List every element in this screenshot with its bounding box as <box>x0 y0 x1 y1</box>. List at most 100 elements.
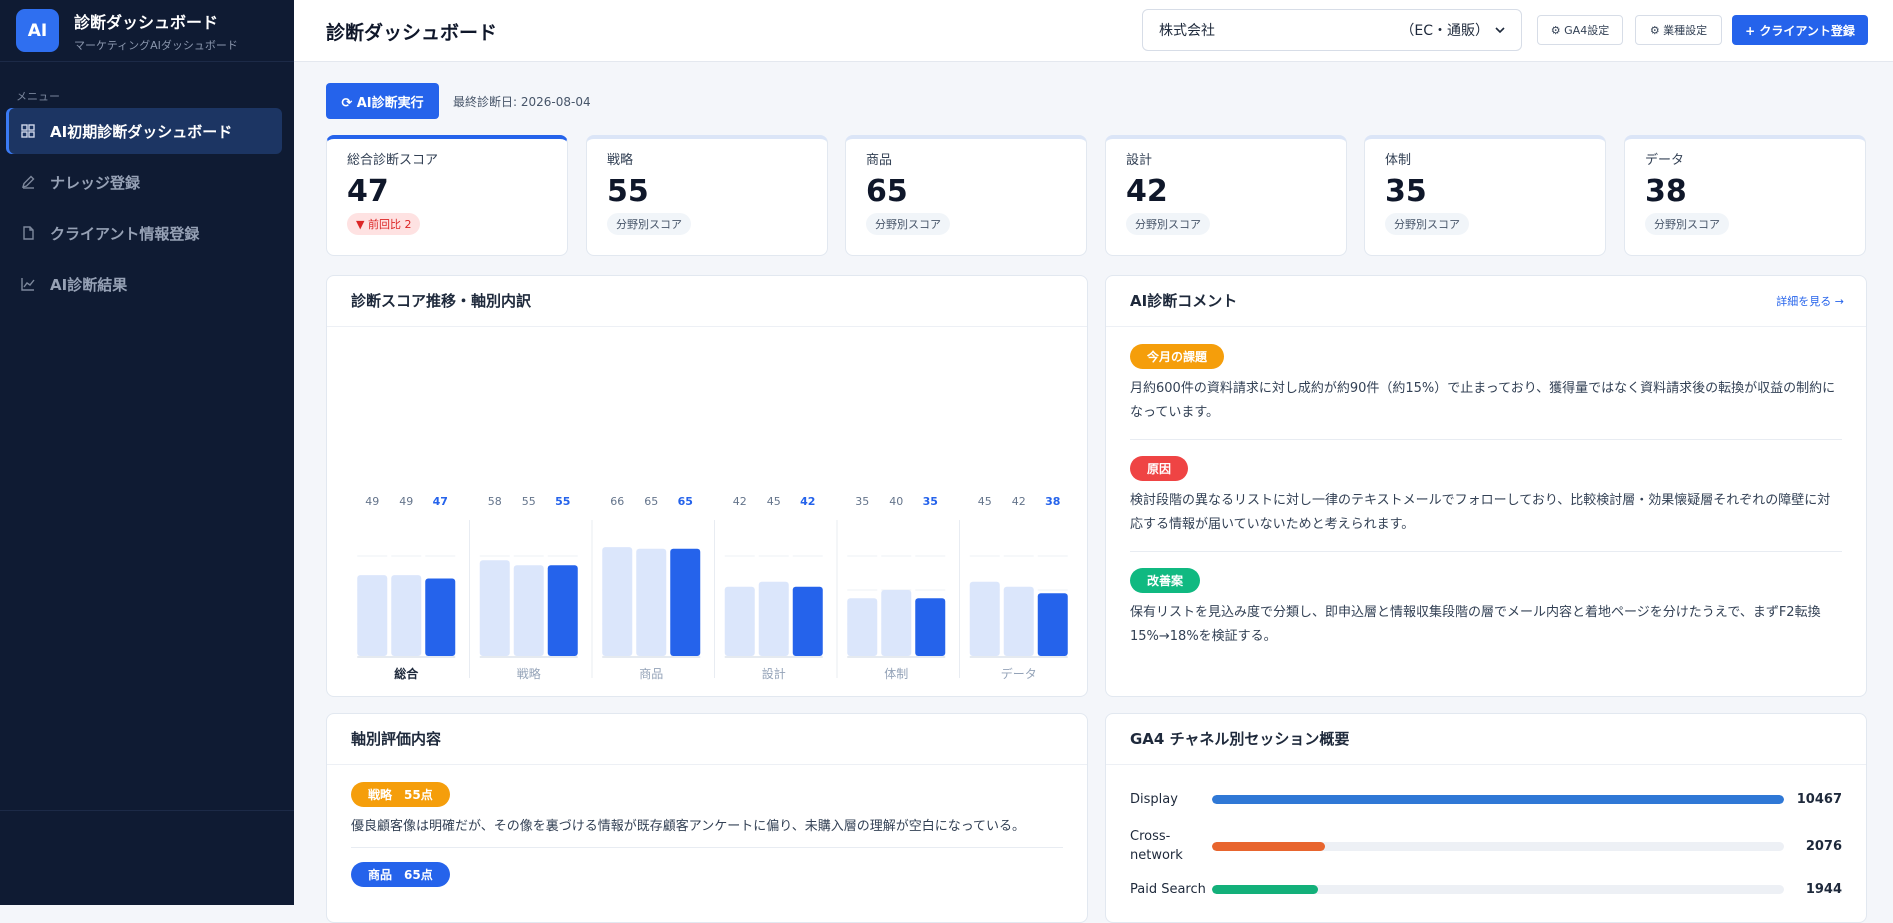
channel-row-display: Display 10467 <box>1130 790 1842 809</box>
client-select[interactable]: 株式会社 （EC・通販） <box>1142 9 1522 51</box>
bar-value-label: 40 <box>889 495 903 508</box>
channel-sessions: 10467 <box>1796 792 1842 807</box>
bar-value-label: 42 <box>733 495 747 508</box>
score-value: 47 <box>347 174 389 209</box>
sidebar-item-knowledge[interactable]: ナレッジ登録 <box>6 159 282 205</box>
bar-value-label: 49 <box>399 495 413 508</box>
score-badge: 分野別スコア <box>1645 213 1729 235</box>
score-bar <box>881 590 912 656</box>
chevron-down-icon <box>1495 22 1505 38</box>
menu-label: メニュー <box>16 90 60 103</box>
channel-bar-track <box>1212 795 1784 804</box>
sidebar-item-label: AI診断結果 <box>50 275 128 294</box>
cause-text: 検討段階の異なるリストに対し一律のテキストメールでフォローしており、比較検討層・… <box>1130 493 1831 532</box>
bar-value-label: 65 <box>678 495 693 508</box>
sidebar: AI 診断ダッシュボード マーケティングAIダッシュボード メニュー AI初期診… <box>0 0 294 905</box>
score-change-badge: ▼ 前回比 2 <box>347 213 421 235</box>
score-label: 総合診断スコア <box>347 153 439 168</box>
score-label: 商品 <box>866 153 893 168</box>
bar-value-label: 45 <box>767 495 781 508</box>
channel-bar-fill <box>1212 795 1784 804</box>
score-trend-panel: 診断スコア推移・軸別内訳 49 49 47 総合 58 55 55 戦略 66 65 65 商品 42 4… <box>326 275 1088 697</box>
score-label: 戦略 <box>607 153 634 168</box>
axis-product-tag: 商品 65点 <box>351 862 450 887</box>
industry-settings-button[interactable]: ⚙ 業種設定 <box>1635 15 1722 45</box>
score-bar <box>547 565 578 656</box>
score-label: データ <box>1645 153 1685 168</box>
channel-row-paid-search: Paid Search 1944 <box>1130 880 1842 899</box>
bar-value-label: 65 <box>644 495 658 508</box>
document-icon <box>20 225 36 241</box>
score-bar <box>636 548 667 656</box>
bar-value-label: 55 <box>522 495 536 508</box>
score-bar <box>969 581 1000 656</box>
bar-value-label: 55 <box>555 495 570 508</box>
score-bar <box>479 560 510 656</box>
score-bar <box>357 575 388 656</box>
ga4-settings-button[interactable]: ⚙ GA4設定 <box>1537 15 1623 45</box>
score-value: 65 <box>866 174 908 209</box>
sidebar-item-client-info[interactable]: クライアント情報登録 <box>6 210 282 256</box>
category-label: 総合 <box>394 666 419 681</box>
score-bar <box>847 598 878 656</box>
bar-value-label: 35 <box>923 495 938 508</box>
score-value: 35 <box>1385 174 1427 209</box>
app-logo: AI <box>16 9 59 52</box>
channel-name: Display <box>1130 792 1178 807</box>
score-bar <box>1037 593 1068 656</box>
grid-icon <box>20 123 36 139</box>
score-badge: 分野別スコア <box>1126 213 1210 235</box>
score-card-organization: 体制 35 分野別スコア <box>1364 135 1606 256</box>
score-card-product: 商品 65 分野別スコア <box>845 135 1087 256</box>
bar-value-label: 45 <box>978 495 992 508</box>
app-title: 診断ダッシュボード <box>74 12 219 32</box>
score-card-overall: 総合診断スコア 47 ▼ 前回比 2 <box>326 135 568 256</box>
axis-strategy-tag: 戦略 55点 <box>351 782 450 807</box>
score-bar <box>915 598 946 656</box>
client-select-category: （EC・通販） <box>1400 23 1489 39</box>
score-value: 42 <box>1126 174 1168 209</box>
add-client-button[interactable]: + クライアント登録 <box>1732 15 1868 45</box>
bar-value-label: 47 <box>433 495 448 508</box>
panel-title: AI診断コメント <box>1130 292 1238 310</box>
issue-tag: 今月の課題 <box>1130 344 1225 369</box>
category-label: データ <box>1001 666 1037 681</box>
score-value: 55 <box>607 174 649 209</box>
score-bar <box>670 548 701 656</box>
pencil-icon <box>20 174 36 190</box>
score-bar <box>602 547 633 656</box>
sidebar-item-dashboard[interactable]: AI初期診断ダッシュボード <box>6 108 282 154</box>
score-bar <box>513 565 544 656</box>
app-subtitle: マーケティングAIダッシュボード <box>74 38 238 52</box>
score-card-design: 設計 42 分野別スコア <box>1105 135 1347 256</box>
score-bar <box>425 578 456 656</box>
bar-value-label: 58 <box>488 495 502 508</box>
last-diagnosis-date: 最終診断日: 2026-08-04 <box>453 95 591 109</box>
score-bar <box>758 581 789 656</box>
sidebar-footer-divider <box>0 810 294 811</box>
score-card-data: データ 38 分野別スコア <box>1624 135 1866 256</box>
detail-link[interactable]: 詳細を見る → <box>1776 293 1844 309</box>
main-content: ⟳ AI診断実行 最終診断日: 2026-08-04 総合診断スコア 47 ▼ … <box>294 62 1893 923</box>
page-title: 診断ダッシュボード <box>326 22 498 44</box>
improvement-text: 保有リストを見込み度で分類し、即申込層と情報収集段階の層でメール内容と着地ページ… <box>1130 605 1821 644</box>
chart-line-icon <box>20 276 36 292</box>
channel-bar-track <box>1212 841 1784 851</box>
issue-text: 月約600件の資料請求に対し成約が約90件（約15%）で止まっており、獲得量では… <box>1130 381 1836 420</box>
category-label: 設計 <box>762 666 786 681</box>
sidebar-item-results[interactable]: AI診断結果 <box>6 261 282 307</box>
score-label: 体制 <box>1385 153 1412 168</box>
score-trend-chart: 49 49 47 総合 58 55 55 戦略 66 65 65 商品 42 45 42 設計 35 40 35 体制… <box>357 495 1068 681</box>
panel-title: GA4 チャネル別セッション概要 <box>1130 730 1350 748</box>
score-badge: 分野別スコア <box>866 213 950 235</box>
cause-tag: 原因 <box>1130 456 1189 481</box>
run-diagnosis-button[interactable]: ⟳ AI診断実行 <box>326 83 439 119</box>
score-label: 設計 <box>1126 153 1153 168</box>
axis-strategy-text: 優良顧客像は明確だが、その像を裏づける情報が既存顧客アンケートに偏り、未購入層の… <box>351 819 1026 834</box>
sidebar-item-label: ナレッジ登録 <box>50 173 141 192</box>
score-bar <box>792 586 823 656</box>
score-badge: 分野別スコア <box>1385 213 1469 235</box>
axis-evaluation-panel: 軸別評価内容 戦略 55点 優良顧客像は明確だが、その像を裏づける情報が既存顧客… <box>326 713 1088 923</box>
score-card-strategy: 戦略 55 分野別スコア <box>586 135 828 256</box>
brand: AI 診断ダッシュボード マーケティングAIダッシュボード <box>0 0 294 62</box>
